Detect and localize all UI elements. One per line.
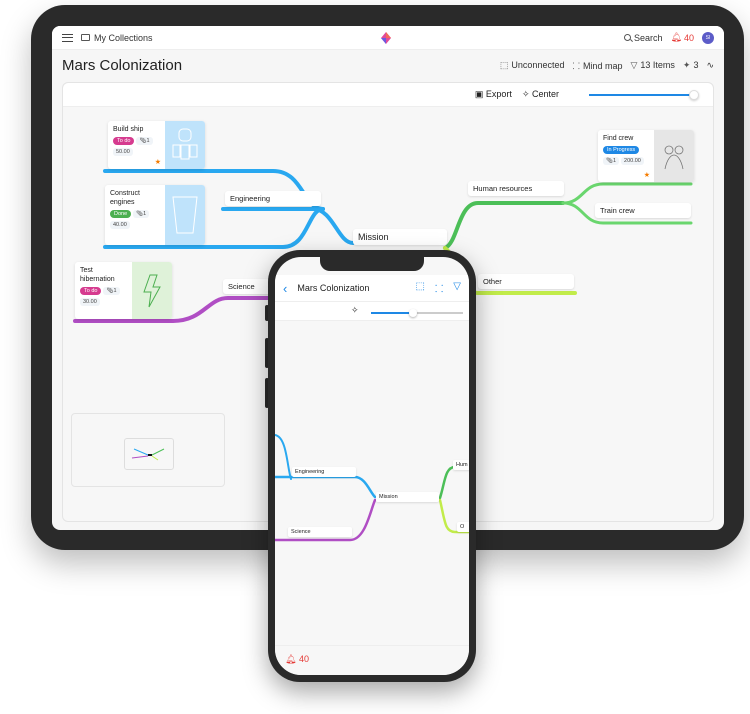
- status-badge: To do: [80, 287, 102, 295]
- collaborators-count: 3: [693, 59, 699, 70]
- card-construct-engines[interactable]: Construct engines Done 📎︎1 40.00: [105, 185, 205, 245]
- items-count: 13 Items: [640, 59, 675, 70]
- attachment-count: 📎︎1: [136, 137, 153, 145]
- engine-thumbnail-icon: [165, 185, 205, 245]
- avatar[interactable]: SI: [702, 31, 714, 44]
- node-human-resources[interactable]: Human resources: [468, 181, 564, 196]
- card-title: Find crew: [603, 135, 634, 142]
- node-mission[interactable]: Mission: [353, 229, 447, 245]
- notifications-button[interactable]: 🔔︎ 40: [671, 32, 694, 43]
- menu-icon[interactable]: [62, 33, 73, 42]
- activity-icon[interactable]: ∿: [706, 60, 714, 71]
- star-icon[interactable]: ★: [644, 171, 650, 179]
- attachment-count: 📎︎1: [603, 157, 620, 165]
- phone-footer: 🔔︎ 40: [275, 645, 469, 675]
- minimap-preview: [131, 448, 165, 461]
- folder-icon: [81, 34, 90, 41]
- search-label: Search: [634, 32, 663, 43]
- card-find-crew[interactable]: Find crew In Progress 📎︎1 200.00 ★: [598, 130, 694, 182]
- value-chip: 30.00: [80, 298, 100, 306]
- phone-node-human[interactable]: Hum: [453, 460, 469, 470]
- status-badge: To do: [113, 137, 135, 145]
- phone-node-science[interactable]: Science: [288, 527, 352, 537]
- phone-screen: ‹ Mars Colonization ⬚ ⸬ ▽ ✧ Engineering …: [275, 257, 469, 675]
- search-button[interactable]: Search: [624, 33, 663, 43]
- search-icon: [624, 34, 632, 41]
- top-bar: My Collections Search 🔔︎ 40 SI: [52, 26, 724, 50]
- card-title: Build ship: [113, 126, 144, 133]
- notification-count: 40: [683, 32, 694, 43]
- astronaut-thumbnail-icon: [654, 130, 694, 182]
- breadcrumb[interactable]: My Collections: [94, 33, 153, 43]
- card-title: Construct engines: [110, 190, 140, 206]
- attachment-count: 📎︎1: [133, 210, 150, 218]
- node-other[interactable]: Other: [478, 274, 574, 289]
- status-badge: In Progress: [603, 146, 640, 154]
- phone-node-other[interactable]: O: [457, 522, 469, 532]
- phone-notifications-button[interactable]: 🔔︎ 40: [285, 654, 309, 664]
- unconnected-button[interactable]: ⬚ Unconnected: [500, 60, 565, 71]
- status-badge: Done: [110, 210, 132, 218]
- card-title: Test hibernation: [80, 267, 115, 283]
- unconnected-icon: ⬚: [499, 59, 509, 70]
- connector-human-resources: [443, 201, 565, 250]
- unconnected-label: Unconnected: [511, 59, 565, 70]
- bell-icon: 🔔︎: [285, 654, 297, 664]
- star-icon[interactable]: ★: [155, 158, 161, 166]
- layers-icon: ✦: [682, 59, 691, 70]
- lightning-thumbnail-icon: [132, 262, 172, 319]
- card-test-hibernation[interactable]: Test hibernation To do 📎︎1 30.00: [75, 262, 172, 319]
- rocket-thumbnail-icon: [165, 121, 205, 169]
- connector-engineering: [221, 207, 355, 245]
- mind-map-icon: ⸬: [572, 60, 580, 71]
- phone-notch: [320, 257, 424, 271]
- value-chip: 40.00: [110, 221, 130, 229]
- phone-mindmap-connectors: [275, 434, 469, 542]
- value-chip: 50.00: [113, 148, 133, 156]
- filter-button[interactable]: ▽ 13 Items: [630, 60, 674, 71]
- attachment-count: 📎︎1: [103, 287, 120, 295]
- collaborators-button[interactable]: ✦ 3: [683, 60, 699, 71]
- node-science[interactable]: Science: [223, 279, 273, 294]
- page-title: Mars Colonization: [62, 56, 183, 74]
- mind-map-button[interactable]: ⸬ Mind map: [572, 59, 622, 72]
- card-build-ship[interactable]: Build ship To do 📎︎1 50.00 ★: [108, 121, 205, 169]
- bell-icon: 🔔︎: [670, 32, 682, 42]
- app-logo-icon: [381, 32, 391, 44]
- value-chip: 200.00: [621, 157, 644, 165]
- phone-node-engineering[interactable]: Engineering: [292, 467, 356, 477]
- phone-notification-count: 40: [298, 654, 309, 664]
- minimap-viewport[interactable]: [124, 438, 174, 470]
- node-train-crew[interactable]: Train crew: [595, 203, 691, 218]
- connector-find-crew: [561, 182, 693, 205]
- phone-device: ‹ Mars Colonization ⬚ ⸬ ▽ ✧ Engineering …: [268, 250, 476, 682]
- minimap[interactable]: [71, 413, 225, 487]
- phone-node-mission[interactable]: Mission: [376, 492, 439, 502]
- node-engineering[interactable]: Engineering: [225, 191, 321, 206]
- marketing-composite: My Collections Search 🔔︎ 40 SI Mars Colo…: [0, 0, 750, 714]
- mind-map-label: Mind map: [582, 60, 623, 71]
- filter-icon: ▽: [630, 59, 638, 70]
